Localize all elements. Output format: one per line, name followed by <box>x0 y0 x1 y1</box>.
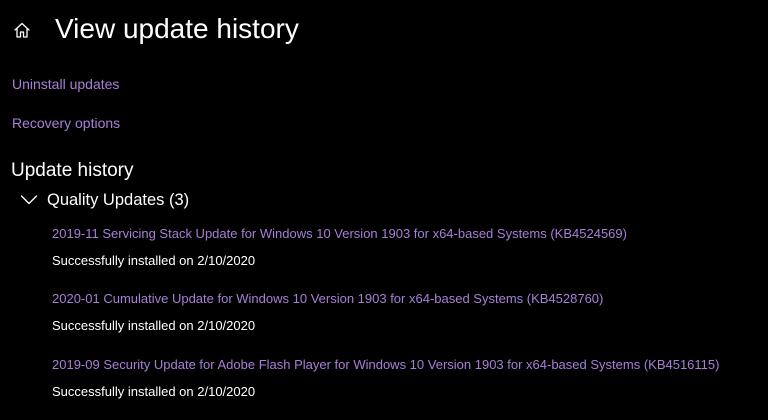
update-status: Successfully installed on 2/10/2020 <box>52 253 256 268</box>
update-title-link[interactable]: 2019-11 Servicing Stack Update for Windo… <box>52 225 764 243</box>
update-status: Successfully installed on 2/10/2020 <box>52 318 256 333</box>
update-history-heading: Update history <box>11 160 134 181</box>
page-title: View update history <box>55 13 299 44</box>
chevron-down-icon <box>18 189 40 211</box>
update-title-link[interactable]: 2020-01 Cumulative Update for Windows 10… <box>52 290 764 308</box>
update-entry: 2020-01 Cumulative Update for Windows 10… <box>52 290 764 335</box>
recovery-options-link[interactable]: Recovery options <box>12 115 120 131</box>
update-title-link[interactable]: 2019-09 Security Update for Adobe Flash … <box>52 356 764 374</box>
update-entry: 2019-09 Security Update for Adobe Flash … <box>52 356 764 401</box>
home-button[interactable] <box>0 10 44 50</box>
home-icon <box>13 21 31 39</box>
uninstall-updates-link[interactable]: Uninstall updates <box>12 76 119 92</box>
quality-updates-label: Quality Updates (3) <box>47 190 190 209</box>
update-status: Successfully installed on 2/10/2020 <box>52 384 256 399</box>
update-entry: 2019-11 Servicing Stack Update for Windo… <box>52 225 764 270</box>
settings-page: View update history Uninstall updates Re… <box>0 0 768 420</box>
quality-updates-toggle[interactable]: Quality Updates (3) <box>18 188 189 212</box>
